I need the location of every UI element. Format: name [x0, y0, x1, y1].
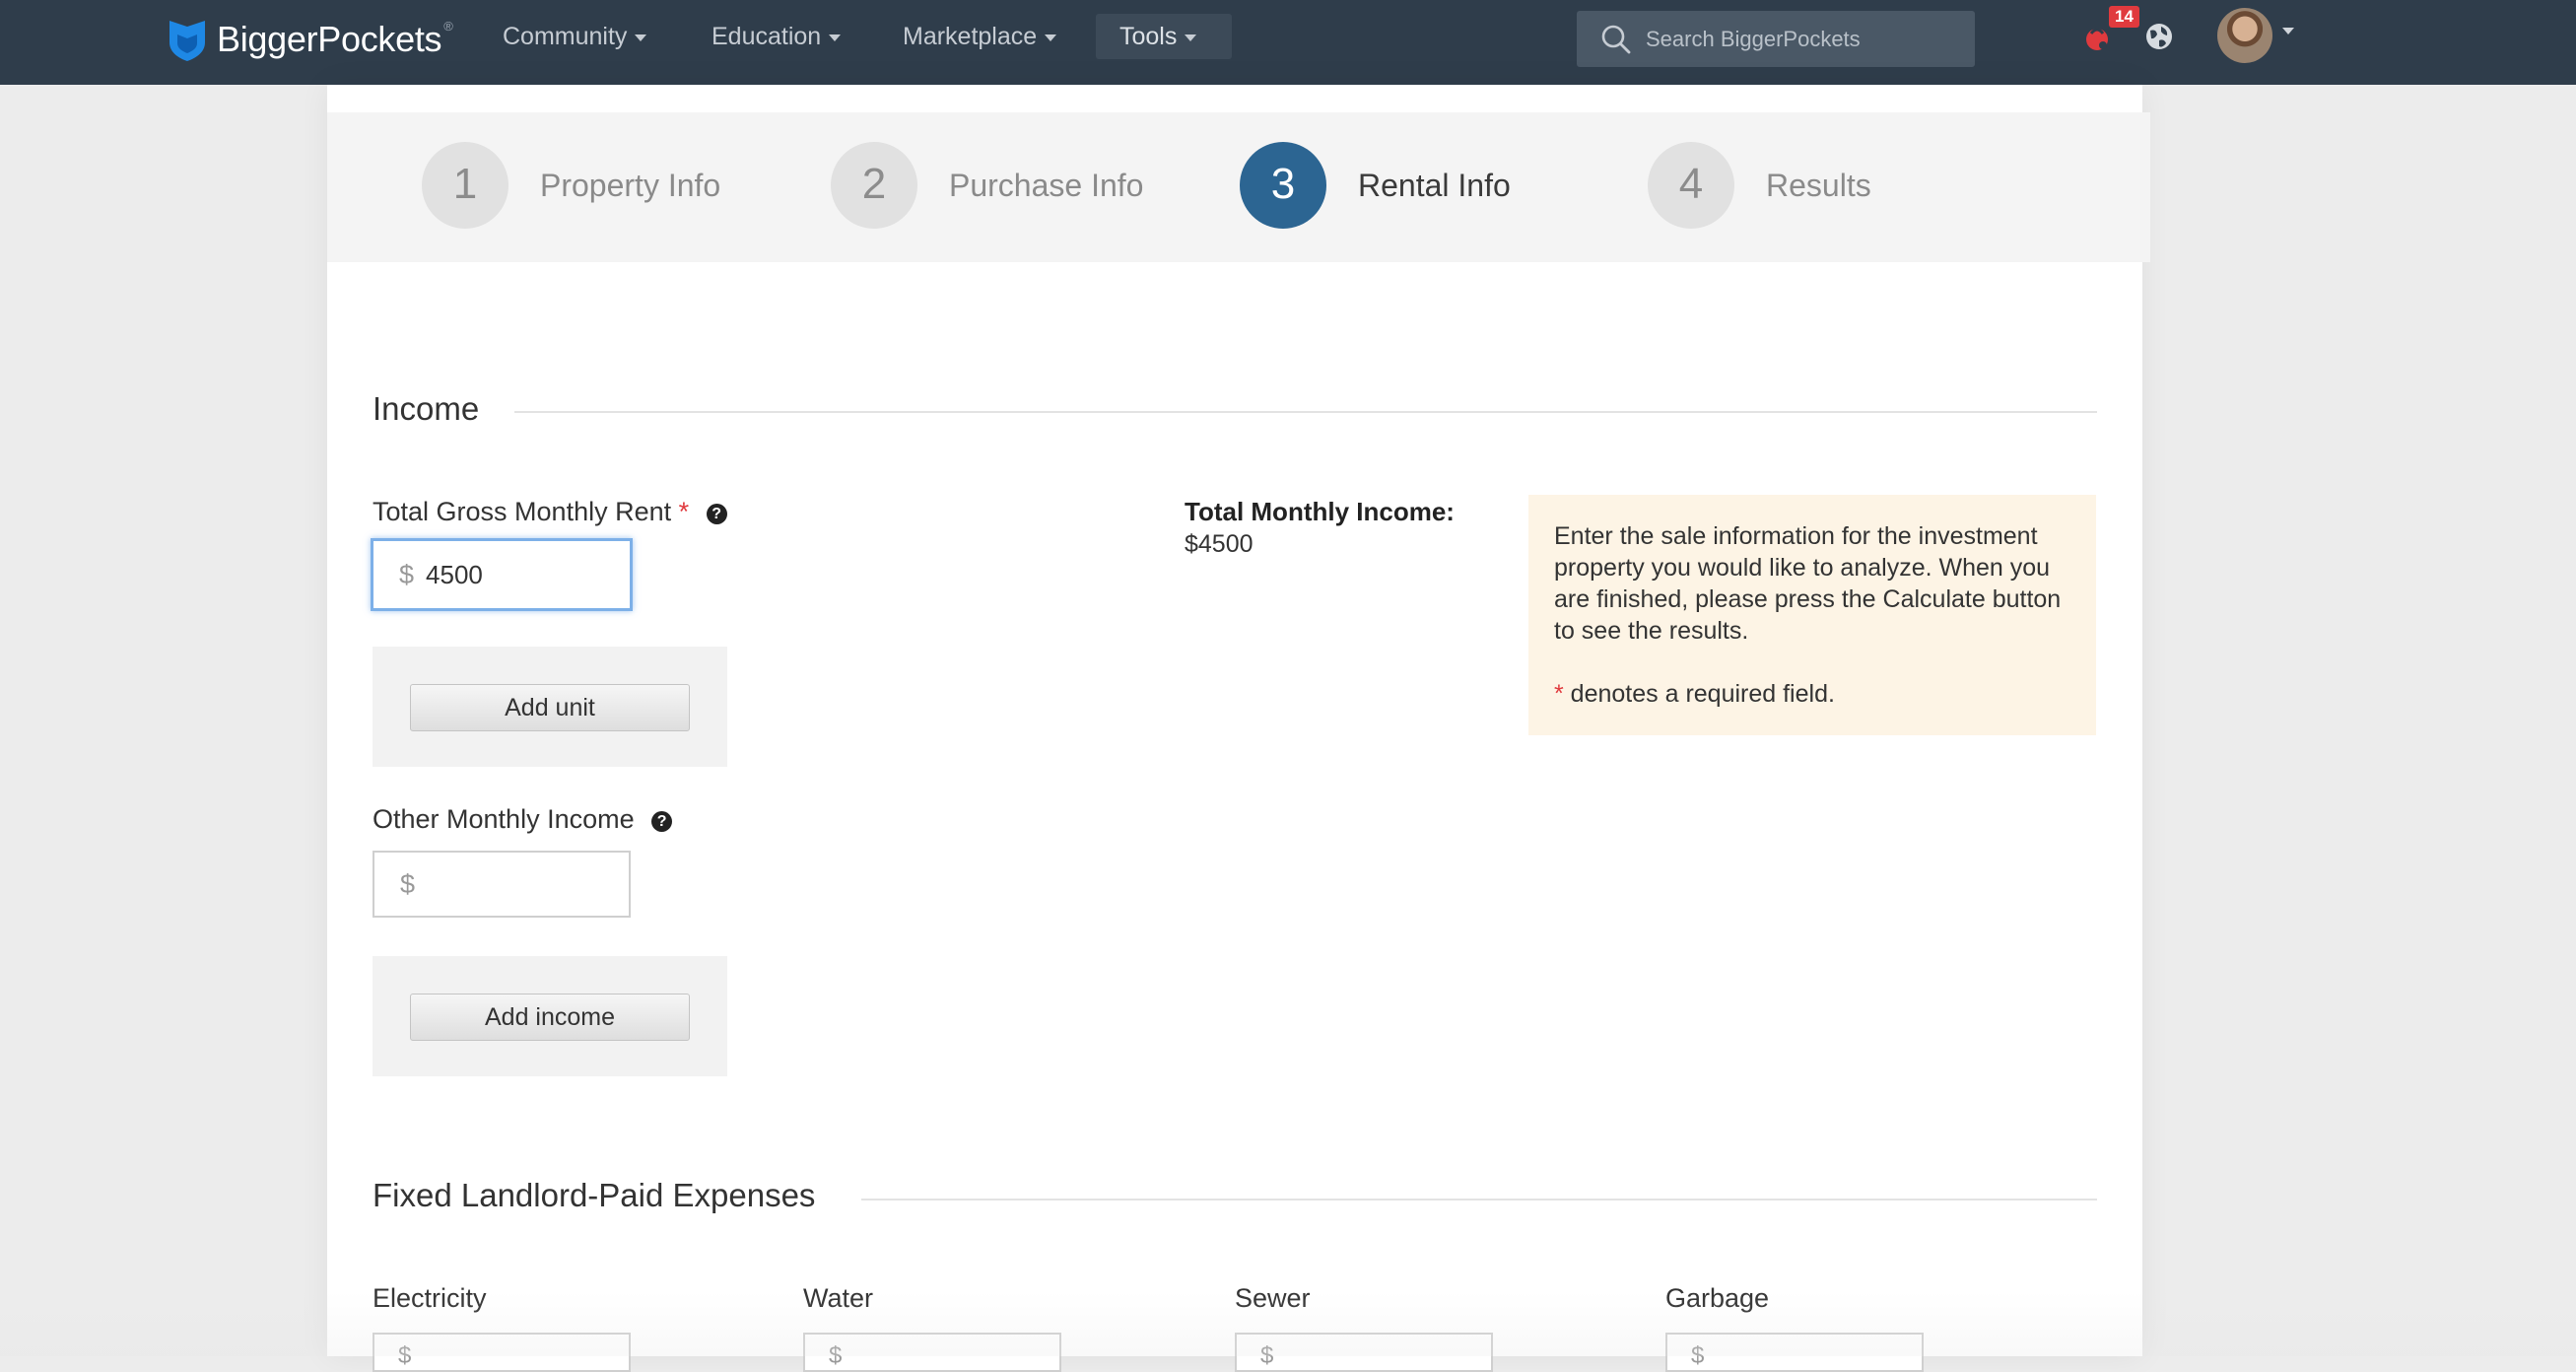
add-income-panel: Add income	[373, 956, 727, 1076]
help-icon[interactable]: ?	[706, 504, 727, 524]
nav-marketplace[interactable]: Marketplace	[879, 14, 1080, 59]
electricity-input[interactable]: $	[373, 1333, 631, 1372]
nav-education-label: Education	[712, 23, 822, 50]
section-divider	[514, 411, 2097, 413]
water-input[interactable]: $	[803, 1333, 1061, 1372]
sewer-input[interactable]: $	[1235, 1333, 1493, 1372]
required-mark: *	[1554, 680, 1564, 708]
brand-logo[interactable]: BiggerPockets ®	[168, 16, 453, 63]
registered-mark: ®	[443, 18, 453, 34]
add-unit-button[interactable]: Add unit	[410, 684, 690, 731]
brand-name: BiggerPockets	[217, 19, 442, 59]
search-icon	[1601, 25, 1631, 53]
chevron-down-icon	[635, 34, 647, 41]
step-label: Results	[1766, 167, 1871, 203]
chevron-down-icon	[1045, 34, 1057, 41]
shield-logo-icon	[169, 21, 205, 61]
required-note: * denotes a required field.	[1554, 678, 2070, 710]
expenses-section-title: Fixed Landlord-Paid Expenses	[373, 1177, 816, 1213]
step-label: Property Info	[540, 167, 721, 203]
chevron-down-icon	[829, 34, 842, 41]
nav-tools[interactable]: Tools	[1096, 14, 1232, 59]
currency-symbol: $	[1260, 1342, 1274, 1369]
top-navigation-bar: BiggerPockets ® Community Education Mark…	[0, 0, 2576, 85]
nav-marketplace-label: Marketplace	[903, 23, 1038, 50]
instructions-text: Enter the sale information for the inves…	[1554, 522, 2062, 645]
section-divider	[861, 1199, 2097, 1200]
step-property-info[interactable]: 1 Property Info	[422, 142, 720, 229]
sewer-label: Sewer	[1235, 1283, 1311, 1313]
gross-rent-input[interactable]	[424, 558, 606, 591]
step-number: 1	[422, 142, 508, 229]
electricity-label: Electricity	[373, 1283, 487, 1313]
globe-icon[interactable]	[2144, 22, 2174, 51]
gross-rent-field[interactable]: $	[371, 538, 633, 611]
currency-symbol: $	[398, 1342, 412, 1369]
currency-symbol: $	[399, 559, 415, 589]
instructions-box: Enter the sale information for the inves…	[1528, 495, 2096, 735]
nav-community[interactable]: Community	[479, 14, 670, 59]
step-label: Rental Info	[1358, 167, 1511, 203]
required-note-text: denotes a required field.	[1563, 680, 1835, 708]
nav-education[interactable]: Education	[688, 14, 864, 59]
search-input[interactable]	[1644, 25, 1963, 53]
user-avatar[interactable]	[2217, 8, 2272, 63]
chevron-down-icon[interactable]	[2282, 28, 2294, 34]
gross-rent-label-text: Total Gross Monthly Rent	[373, 497, 672, 526]
total-monthly-income-value: $4500	[1185, 530, 1254, 558]
other-income-field[interactable]: $	[373, 851, 631, 918]
step-purchase-info[interactable]: 2 Purchase Info	[831, 142, 1143, 229]
other-income-label: Other Monthly Income ?	[373, 804, 673, 835]
step-number: 3	[1240, 142, 1326, 229]
other-income-label-text: Other Monthly Income	[373, 804, 635, 834]
currency-symbol: $	[829, 1342, 843, 1369]
total-monthly-income-label: Total Monthly Income:	[1185, 497, 1455, 526]
step-label: Purchase Info	[949, 167, 1144, 203]
currency-symbol: $	[1691, 1342, 1705, 1369]
wizard-steps: 1 Property Info 2 Purchase Info 3 Rental…	[327, 112, 2150, 262]
nav-tools-label: Tools	[1119, 23, 1178, 50]
notification-count-badge: 14	[2109, 6, 2139, 28]
step-number: 2	[831, 142, 917, 229]
other-income-input[interactable]	[425, 867, 607, 901]
required-mark: *	[678, 497, 690, 526]
chevron-down-icon	[1185, 34, 1197, 41]
add-income-button[interactable]: Add income	[410, 994, 690, 1041]
income-section-title: Income	[373, 390, 480, 427]
step-results[interactable]: 4 Results	[1648, 142, 1871, 229]
step-number: 4	[1648, 142, 1734, 229]
search-box[interactable]	[1577, 11, 1975, 67]
help-icon[interactable]: ?	[651, 811, 673, 832]
gross-rent-label: Total Gross Monthly Rent * ?	[373, 497, 727, 527]
currency-symbol: $	[400, 868, 416, 899]
garbage-label: Garbage	[1665, 1283, 1770, 1313]
water-label: Water	[803, 1283, 874, 1313]
garbage-input[interactable]: $	[1665, 1333, 1924, 1372]
nav-community-label: Community	[503, 23, 628, 50]
step-rental-info[interactable]: 3 Rental Info	[1240, 142, 1511, 229]
add-unit-panel: Add unit	[373, 647, 727, 767]
